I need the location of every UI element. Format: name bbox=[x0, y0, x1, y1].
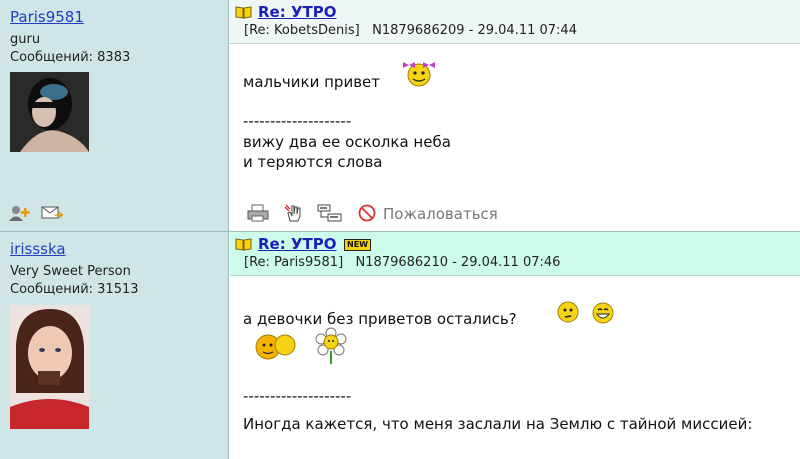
post-meta: [Re: Paris9581] N1879686210 - 29.04.11 0… bbox=[244, 255, 560, 270]
avatar bbox=[10, 305, 89, 429]
avatar bbox=[10, 72, 89, 152]
girl-smiley-icon bbox=[397, 58, 441, 92]
signature-line: вижу два ее осколка неба bbox=[243, 133, 451, 151]
hug-smiley-icon bbox=[252, 331, 300, 367]
new-badge: NEW bbox=[344, 239, 371, 251]
signature-line: Иногда кажется, что меня заслали на Земл… bbox=[243, 415, 753, 433]
post-body: Re: УТРО [Re: KobetsDenis] N1879686209 -… bbox=[230, 0, 800, 231]
signature-line: и теряются слова bbox=[243, 153, 383, 171]
post-row: irissska Very Sweet Person Сообщений: 31… bbox=[0, 231, 800, 459]
report-icon[interactable] bbox=[358, 204, 376, 226]
flower-smiley-icon bbox=[313, 327, 349, 369]
post-header: Re: УТРО [Re: KobetsDenis] N1879686209 -… bbox=[230, 0, 800, 44]
tree-view-icon[interactable] bbox=[317, 204, 343, 226]
message-count: Сообщений: 31513 bbox=[10, 282, 139, 297]
post-row: Paris9581 guru Сообщений: 8383 Re: УТРО … bbox=[0, 0, 800, 231]
post-id-date: N1879686210 - 29.04.11 07:46 bbox=[355, 255, 561, 270]
author-link[interactable]: Paris9581 bbox=[10, 8, 84, 26]
author-link[interactable]: irissska bbox=[10, 240, 66, 258]
post-text: а девочки без приветов остались? bbox=[243, 310, 517, 328]
message-count: Сообщений: 8383 bbox=[10, 50, 131, 65]
user-panel: irissska Very Sweet Person Сообщений: 31… bbox=[0, 232, 229, 459]
post-text: мальчики привет bbox=[243, 73, 381, 91]
hand-icon[interactable] bbox=[283, 204, 305, 226]
reply-to: [Re: KobetsDenis] bbox=[244, 23, 360, 38]
post-id-date: N1879686209 - 29.04.11 07:44 bbox=[372, 23, 577, 38]
book-icon bbox=[235, 238, 252, 251]
report-link[interactable]: Пожаловаться bbox=[383, 205, 498, 223]
reply-to: [Re: Paris9581] bbox=[244, 255, 344, 270]
post-title-link[interactable]: Re: УТРО bbox=[258, 235, 337, 253]
add-friend-icon[interactable] bbox=[9, 205, 31, 225]
send-message-icon[interactable] bbox=[41, 205, 64, 225]
post-header: Re: УТРО NEW [Re: Paris9581] N1879686210… bbox=[230, 232, 800, 276]
signature-separator: -------------------- bbox=[243, 112, 352, 130]
post-body: Re: УТРО NEW [Re: Paris9581] N1879686210… bbox=[230, 232, 800, 459]
thinking-smiley-icon bbox=[556, 300, 580, 328]
post-title-link[interactable]: Re: УТРО bbox=[258, 3, 337, 21]
post-meta: [Re: KobetsDenis] N1879686209 - 29.04.11… bbox=[244, 23, 577, 38]
user-status: Very Sweet Person bbox=[10, 264, 131, 279]
book-icon bbox=[235, 6, 252, 19]
grin-smiley-icon bbox=[591, 301, 615, 329]
print-icon[interactable] bbox=[247, 204, 269, 226]
user-status: guru bbox=[10, 32, 41, 47]
signature-separator: -------------------- bbox=[243, 387, 352, 405]
user-panel: Paris9581 guru Сообщений: 8383 bbox=[0, 0, 229, 231]
